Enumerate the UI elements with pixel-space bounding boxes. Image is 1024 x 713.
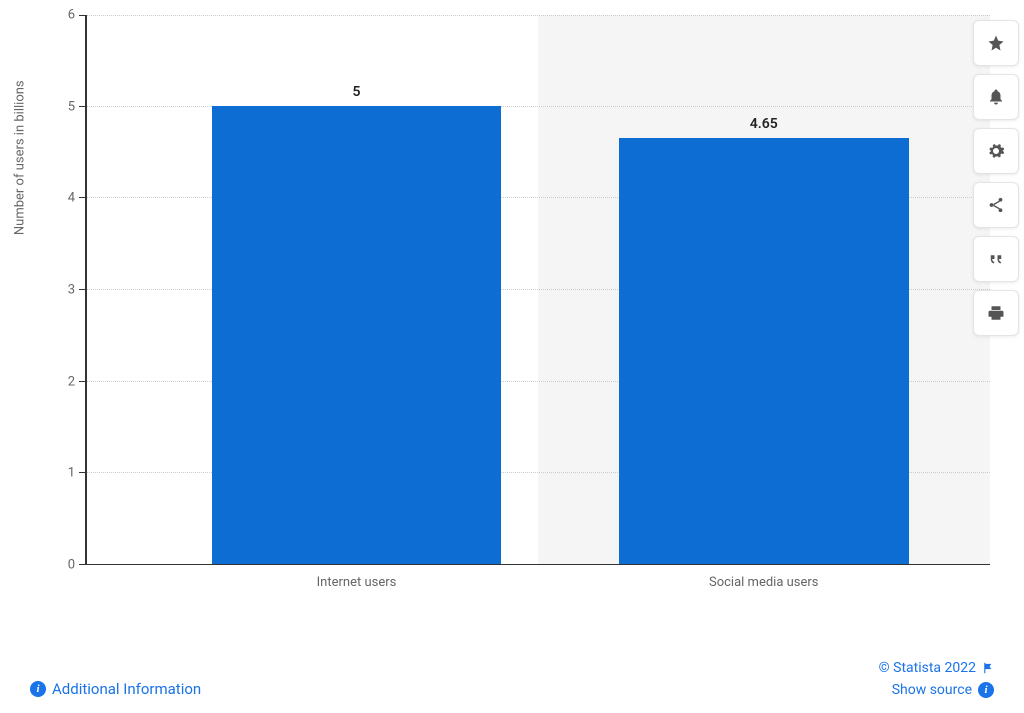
right-links: © Statista 2022 Show source i (879, 660, 994, 698)
star-button[interactable] (973, 20, 1019, 66)
y-tick-label: 1 (68, 466, 75, 481)
bar-internet-users[interactable]: 5 (212, 106, 502, 564)
y-tick-label: 6 (68, 8, 75, 23)
info-icon: i (978, 682, 994, 698)
x-axis (85, 564, 990, 566)
y-tick-label: 4 (68, 191, 75, 206)
additional-info-label: Additional Information (52, 680, 201, 698)
quote-button[interactable] (973, 236, 1019, 282)
quote-icon (987, 250, 1005, 268)
settings-button[interactable] (973, 128, 1019, 174)
x-tick-label: Internet users (317, 575, 397, 590)
bell-icon (987, 88, 1005, 106)
y-axis (85, 15, 87, 565)
share-icon (987, 196, 1005, 214)
copyright-label: © Statista 2022 (879, 660, 976, 676)
additional-info-link[interactable]: i Additional Information (30, 680, 201, 698)
y-tick-label: 5 (68, 99, 75, 114)
x-tick-label: Social media users (709, 575, 819, 590)
y-tick-label: 3 (68, 283, 75, 298)
gear-icon (987, 142, 1005, 160)
chart-container: Number of users in billions 0 1 2 3 4 5 … (30, 5, 990, 625)
plot-area: 0 1 2 3 4 5 6 5 4.65 Internet users Soci… (85, 15, 990, 565)
y-tick-label: 2 (68, 374, 75, 389)
star-icon (987, 34, 1005, 52)
y-axis-label: Number of users in billions (13, 80, 28, 235)
info-icon: i (30, 681, 46, 697)
side-toolbar (973, 20, 1019, 336)
flag-icon (982, 662, 994, 674)
show-source-label: Show source (892, 682, 972, 698)
y-tick-label: 0 (68, 558, 75, 573)
print-icon (987, 304, 1005, 322)
gridline (85, 15, 990, 16)
bar-social-media-users[interactable]: 4.65 (619, 138, 909, 564)
bar-value-label: 5 (212, 84, 502, 100)
bar-value-label: 4.65 (619, 116, 909, 132)
bell-button[interactable] (973, 74, 1019, 120)
copyright-link[interactable]: © Statista 2022 (879, 660, 994, 676)
print-button[interactable] (973, 290, 1019, 336)
share-button[interactable] (973, 182, 1019, 228)
show-source-link[interactable]: Show source i (892, 682, 994, 698)
footer: i Additional Information © Statista 2022… (30, 648, 994, 698)
